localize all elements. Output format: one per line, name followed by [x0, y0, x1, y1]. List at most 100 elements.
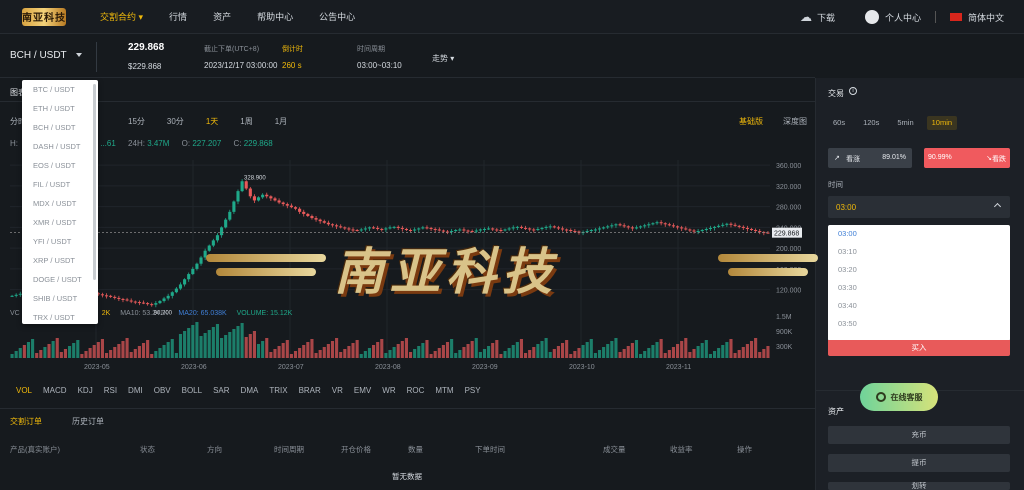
- nav-item-assets[interactable]: 资产: [213, 10, 231, 23]
- volume-bar: [602, 347, 606, 358]
- buy-up-button[interactable]: ↗ 看涨 89.01%: [828, 148, 912, 168]
- tab-delivery-orders[interactable]: 交割订单: [10, 416, 42, 427]
- time-option[interactable]: 03:50: [828, 315, 1010, 333]
- time-option[interactable]: 03:40: [828, 297, 1010, 315]
- indicator-sar[interactable]: SAR: [213, 386, 229, 395]
- duration-120s[interactable]: 120s: [858, 116, 884, 130]
- indicator-mtm[interactable]: MTM: [435, 386, 453, 395]
- volume-bar: [211, 327, 215, 358]
- volume-bar: [351, 343, 355, 358]
- pair-option[interactable]: XRP / USDT: [22, 251, 98, 270]
- pair-option[interactable]: BTC / USDT: [22, 80, 98, 99]
- duration-tabs: 60s 120s 5min 10min: [828, 116, 965, 130]
- volume-bar: [261, 341, 265, 358]
- online-service-button[interactable]: 在线客服: [860, 383, 938, 411]
- x-tick-label: 2023-09: [472, 364, 498, 371]
- tab-1day[interactable]: 1天: [206, 116, 218, 127]
- nav-item-delivery-contract[interactable]: 交割合约 ▾: [100, 10, 143, 23]
- time-option[interactable]: 03:30: [828, 279, 1010, 297]
- download-link[interactable]: 下载: [817, 11, 835, 24]
- volume-bar: [281, 343, 285, 358]
- nav-item-announcements[interactable]: 公告中心: [319, 10, 355, 23]
- indicator-dmi[interactable]: DMI: [128, 386, 143, 395]
- pair-option[interactable]: SHIB / USDT: [22, 289, 98, 308]
- deposit-button[interactable]: 充币: [828, 426, 1010, 444]
- right-wing-graphic: [718, 254, 818, 262]
- volume-bar: [499, 354, 503, 358]
- indicator-wr[interactable]: WR: [382, 386, 395, 395]
- tab-15min[interactable]: 15分: [128, 116, 145, 127]
- time-option[interactable]: 03:20: [828, 261, 1010, 279]
- volume-bar: [729, 339, 733, 358]
- indicator-vr[interactable]: VR: [332, 386, 343, 395]
- volume-bar: [330, 341, 335, 358]
- indicator-macd[interactable]: MACD: [43, 386, 67, 395]
- indicator-roc[interactable]: ROC: [407, 386, 425, 395]
- volume-bar: [150, 354, 154, 358]
- high-marker: 328.900: [244, 175, 266, 181]
- x-tick-label: 2023-11: [666, 364, 691, 371]
- personal-center-link[interactable]: 个人中心: [885, 11, 921, 24]
- period-value: 03:00~03:10: [357, 61, 402, 70]
- tab-history-orders[interactable]: 历史订单: [72, 416, 104, 427]
- duration-60s[interactable]: 60s: [828, 116, 850, 130]
- volume-bar: [35, 353, 39, 358]
- pair-option[interactable]: BCH / USDT: [22, 118, 98, 137]
- pair-selector[interactable]: BCH / USDT: [10, 50, 67, 61]
- volume-bar: [195, 322, 199, 358]
- language-selector[interactable]: 简体中文: [968, 11, 1004, 24]
- pair-option[interactable]: ETH / USDT: [22, 99, 98, 118]
- indicator-vol[interactable]: VOL: [16, 386, 32, 395]
- time-option[interactable]: 03:00: [828, 225, 1010, 243]
- indicator-trix[interactable]: TRIX: [269, 386, 287, 395]
- depth-chart-tab[interactable]: 深度图: [783, 116, 807, 127]
- indicator-obv[interactable]: OBV: [154, 386, 171, 395]
- volume-bar: [437, 348, 441, 358]
- indicator-kdj[interactable]: KDJ: [78, 386, 93, 395]
- nav-item-market[interactable]: 行情: [169, 10, 187, 23]
- time-options[interactable]: 03:00 03:10 03:20 03:30 03:40 03:50: [828, 225, 1010, 341]
- duration-10min[interactable]: 10min: [926, 116, 958, 130]
- buy-button[interactable]: 买入: [828, 340, 1010, 356]
- info-icon[interactable]: i: [849, 87, 857, 95]
- candle-body: [154, 303, 158, 305]
- volume-bar: [14, 351, 18, 358]
- tab-1week[interactable]: 1周: [240, 116, 252, 127]
- indicator-emv[interactable]: EMV: [354, 386, 371, 395]
- volume-bar: [109, 350, 113, 358]
- brand-logo[interactable]: 南亚科技: [22, 7, 66, 26]
- time-select[interactable]: 03:00: [828, 196, 1010, 218]
- chevron-down-icon[interactable]: [76, 53, 82, 57]
- pair-dropdown[interactable]: BTC / USDT ETH / USDT BCH / USDT DASH / …: [22, 80, 98, 324]
- basic-chart-tab[interactable]: 基础版: [739, 116, 763, 127]
- buy-down-button[interactable]: 90.99% ↘ 看跌: [924, 148, 1010, 168]
- dropdown-scrollbar[interactable]: [93, 84, 96, 280]
- duration-5min[interactable]: 5min: [892, 116, 918, 130]
- withdraw-button[interactable]: 提币: [828, 454, 1010, 472]
- col-open-price: 开仓价格: [341, 445, 371, 454]
- pair-option[interactable]: XMR / USDT: [22, 213, 98, 232]
- cloud-download-icon[interactable]: ☁: [800, 10, 812, 24]
- pair-option[interactable]: EOS / USDT: [22, 156, 98, 175]
- indicator-rsi[interactable]: RSI: [104, 386, 117, 395]
- tab-30min[interactable]: 30分: [167, 116, 184, 127]
- pair-option[interactable]: MDX / USDT: [22, 194, 98, 213]
- pair-option[interactable]: YFI / USDT: [22, 232, 98, 251]
- pair-option[interactable]: FIL / USDT: [22, 175, 98, 194]
- volume-bar: [725, 342, 729, 358]
- indicator-boll[interactable]: BOLL: [182, 386, 202, 395]
- time-option[interactable]: 03:10: [828, 243, 1010, 261]
- candle-body: [298, 208, 302, 212]
- indicator-dma[interactable]: DMA: [241, 386, 259, 395]
- pair-option[interactable]: DASH / USDT: [22, 137, 98, 156]
- transfer-button[interactable]: 划转: [828, 482, 1010, 490]
- pair-option[interactable]: TRX / USDT: [22, 308, 98, 324]
- indicator-brar[interactable]: BRAR: [299, 386, 321, 395]
- nav-item-help[interactable]: 帮助中心: [257, 10, 293, 23]
- tab-1month[interactable]: 1月: [275, 116, 287, 127]
- trend-dropdown[interactable]: 走势 ▾: [432, 53, 454, 64]
- volume-bar: [532, 347, 536, 358]
- pair-option[interactable]: DOGE / USDT: [22, 270, 98, 289]
- avatar[interactable]: [864, 10, 879, 24]
- indicator-psy[interactable]: PSY: [465, 386, 481, 395]
